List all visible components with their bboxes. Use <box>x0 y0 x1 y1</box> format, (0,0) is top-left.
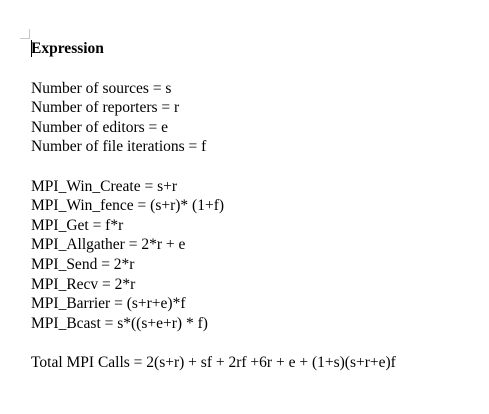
call-win-create: MPI_Win_Create = s+r <box>31 177 178 195</box>
call-bcast: MPI_Bcast = s*((s+e+r) * f) <box>31 314 208 332</box>
variable-reporters: Number of reporters = r <box>31 99 180 117</box>
document-body[interactable]: Expression Number of sources = s Number … <box>31 39 481 373</box>
call-send: MPI_Send = 2*r <box>31 255 135 273</box>
call-get: MPI_Get = f*r <box>31 216 124 234</box>
call-recv: MPI_Recv = 2*r <box>31 275 136 293</box>
expression-heading: Expression <box>31 40 104 57</box>
document-page[interactable]: Expression Number of sources = s Number … <box>0 0 489 414</box>
call-win-fence: MPI_Win_fence = (s+r)* (1+f) <box>31 197 225 215</box>
variable-sources: Number of sources = s <box>31 79 172 97</box>
variable-file-iterations: Number of file iterations = f <box>31 138 207 156</box>
text-cursor <box>31 40 32 57</box>
variable-editors: Number of editors = e <box>31 118 169 136</box>
margin-corner-mark <box>29 29 30 39</box>
call-barrier: MPI_Barrier = (s+r+e)*f <box>31 295 186 313</box>
call-allgather: MPI_Allgather = 2*r + e <box>31 236 186 254</box>
total-mpi-calls: Total MPI Calls = 2(s+r) + sf + 2rf +6r … <box>31 353 396 371</box>
